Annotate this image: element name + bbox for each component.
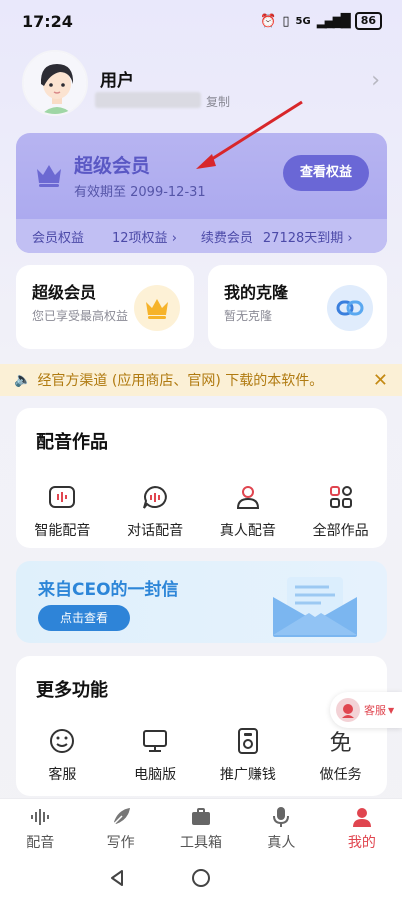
grid-item-label: 真人配音 [219,523,276,539]
section-title: 配音作品 [36,432,108,453]
chat-wave-icon [140,482,170,512]
user-icon [350,805,374,829]
status-time: 17:24 [22,12,73,31]
close-icon[interactable]: ✕ [373,370,388,391]
home-icon[interactable] [191,868,211,888]
back-icon[interactable] [107,868,127,888]
nav-label: 写作 [106,835,135,851]
profile-header[interactable]: 用户 复制 › [0,44,402,124]
nav-item-mine[interactable]: 我的 [322,799,402,856]
user-name: 用户 [100,71,134,91]
grid-icon [326,482,356,512]
my-clone-card[interactable]: 我的克隆 暂无克隆 [208,265,387,349]
floating-service-button[interactable]: 客服 ▼ [330,692,402,728]
monitor-icon [140,726,170,756]
more-functions-section: 更多功能 客服 电脑版 推广赚钱 免 做任务 [16,656,387,796]
service-label: 客服 [364,704,386,717]
dubbing-grid: 智能配音 对话配音 真人配音 全部作品 [16,482,387,540]
grid-item-label: 做任务 [319,767,362,783]
my-clone-card-title: 我的克隆 [224,283,289,302]
status-bar: 17:24 ⏰ ▯ 5G ▂▄▆█ 86 [0,0,402,44]
vip-expire-date: 有效期至 2099-12-31 [74,185,206,200]
nav-label: 我的 [347,835,376,851]
signal-icon: ▂▄▆█ [316,13,351,29]
vibrate-icon: ▯ [282,13,290,29]
person-icon [233,482,263,512]
vip-bottom-bar: 会员权益 12项权益 › 续费会员 27128天到期 › [16,219,387,253]
speaker-icon: 🔈 [14,372,32,388]
nav-item-toolbox[interactable]: 工具箱 [161,799,241,856]
system-nav-bar [0,856,402,900]
bottom-nav: 配音 写作 工具箱 真人 我的 [0,798,402,856]
mic-icon [269,805,293,829]
ceo-letter-title: 来自CEO的一封信 [38,580,179,600]
smile-icon [47,726,77,756]
benefits-label: 会员权益 [32,230,85,246]
notice-text: 经官方渠道 (应用商店、官网) 下载的本软件。 [37,373,324,389]
grid-item-human-dubbing[interactable]: 真人配音 [202,482,295,540]
crown-icon [37,165,61,187]
battery-level: 86 [354,12,382,30]
super-vip-card[interactable]: 超级会员 您已享受最高权益 [16,265,194,349]
task-icon: 免 [329,731,352,756]
dubbing-works-section: 配音作品 智能配音 对话配音 真人配音 全部作品 [16,408,387,548]
vip-title: 超级会员 [74,155,151,177]
view-letter-button[interactable]: 点击查看 [38,605,130,631]
nav-label: 工具箱 [180,835,223,851]
caret-down-icon: ▼ [388,705,395,715]
super-vip-card-title: 超级会员 [32,283,97,302]
nav-item-dubbing[interactable]: 配音 [0,799,80,856]
service-avatar-icon [336,698,360,722]
notice-bar: 🔈 经官方渠道 (应用商店、官网) 下载的本软件。 ✕ [0,364,402,396]
grid-item-promote-earn[interactable]: 推广赚钱 [202,726,295,784]
grid-item-do-tasks[interactable]: 免 做任务 [294,726,387,784]
grid-item-label: 智能配音 [34,523,91,539]
grid-item-customer-service[interactable]: 客服 [16,726,109,784]
waveform-icon [28,805,52,829]
waveform-icon [47,482,77,512]
grid-item-label: 电脑版 [134,767,177,783]
avatar[interactable] [22,50,88,116]
benefits-count-link[interactable]: 12项权益 › [112,227,177,246]
grid-item-label: 推广赚钱 [219,767,276,783]
recents-icon[interactable] [275,868,295,888]
renew-vip-link[interactable]: 续费会员 [201,227,253,246]
network-label: 5G [295,15,311,27]
more-grid: 客服 电脑版 推广赚钱 免 做任务 [16,726,387,784]
feather-icon [109,805,133,829]
clone-link-icon [327,285,373,331]
nav-label: 配音 [26,835,55,851]
super-vip-card-sub: 您已享受最高权益 [32,309,129,323]
nav-item-human[interactable]: 真人 [241,799,321,856]
grid-item-smart-dubbing[interactable]: 智能配音 [16,482,109,540]
toolbox-icon [189,805,213,829]
chevron-right-icon[interactable]: › [371,68,380,93]
user-id-redacted [95,92,201,108]
grid-item-label: 全部作品 [312,523,369,539]
status-icons: ⏰ ▯ 5G ▂▄▆█ 86 [260,12,382,30]
ceo-letter-card[interactable]: 来自CEO的一封信 点击查看 [16,561,387,643]
days-left-link[interactable]: 27128天到期 › [263,227,353,246]
vip-card[interactable]: 超级会员 有效期至 2099-12-31 查看权益 会员权益 12项权益 › 续… [16,133,387,253]
grid-item-all-works[interactable]: 全部作品 [294,482,387,540]
grid-item-dialog-dubbing[interactable]: 对话配音 [109,482,202,540]
alarm-icon: ⏰ [260,13,277,29]
grid-item-label: 对话配音 [127,523,184,539]
my-clone-card-sub: 暂无克隆 [224,309,273,323]
view-benefits-button[interactable]: 查看权益 [283,155,369,191]
section-title: 更多功能 [36,680,108,701]
gold-crown-icon [134,285,180,331]
envelope-icon [273,577,357,637]
grid-item-pc-version[interactable]: 电脑版 [109,726,202,784]
nav-item-writing[interactable]: 写作 [80,799,160,856]
copy-button[interactable]: 复制 [206,93,230,110]
grid-item-label: 客服 [48,767,77,783]
nav-label: 真人 [267,835,296,851]
promo-icon [233,726,263,756]
